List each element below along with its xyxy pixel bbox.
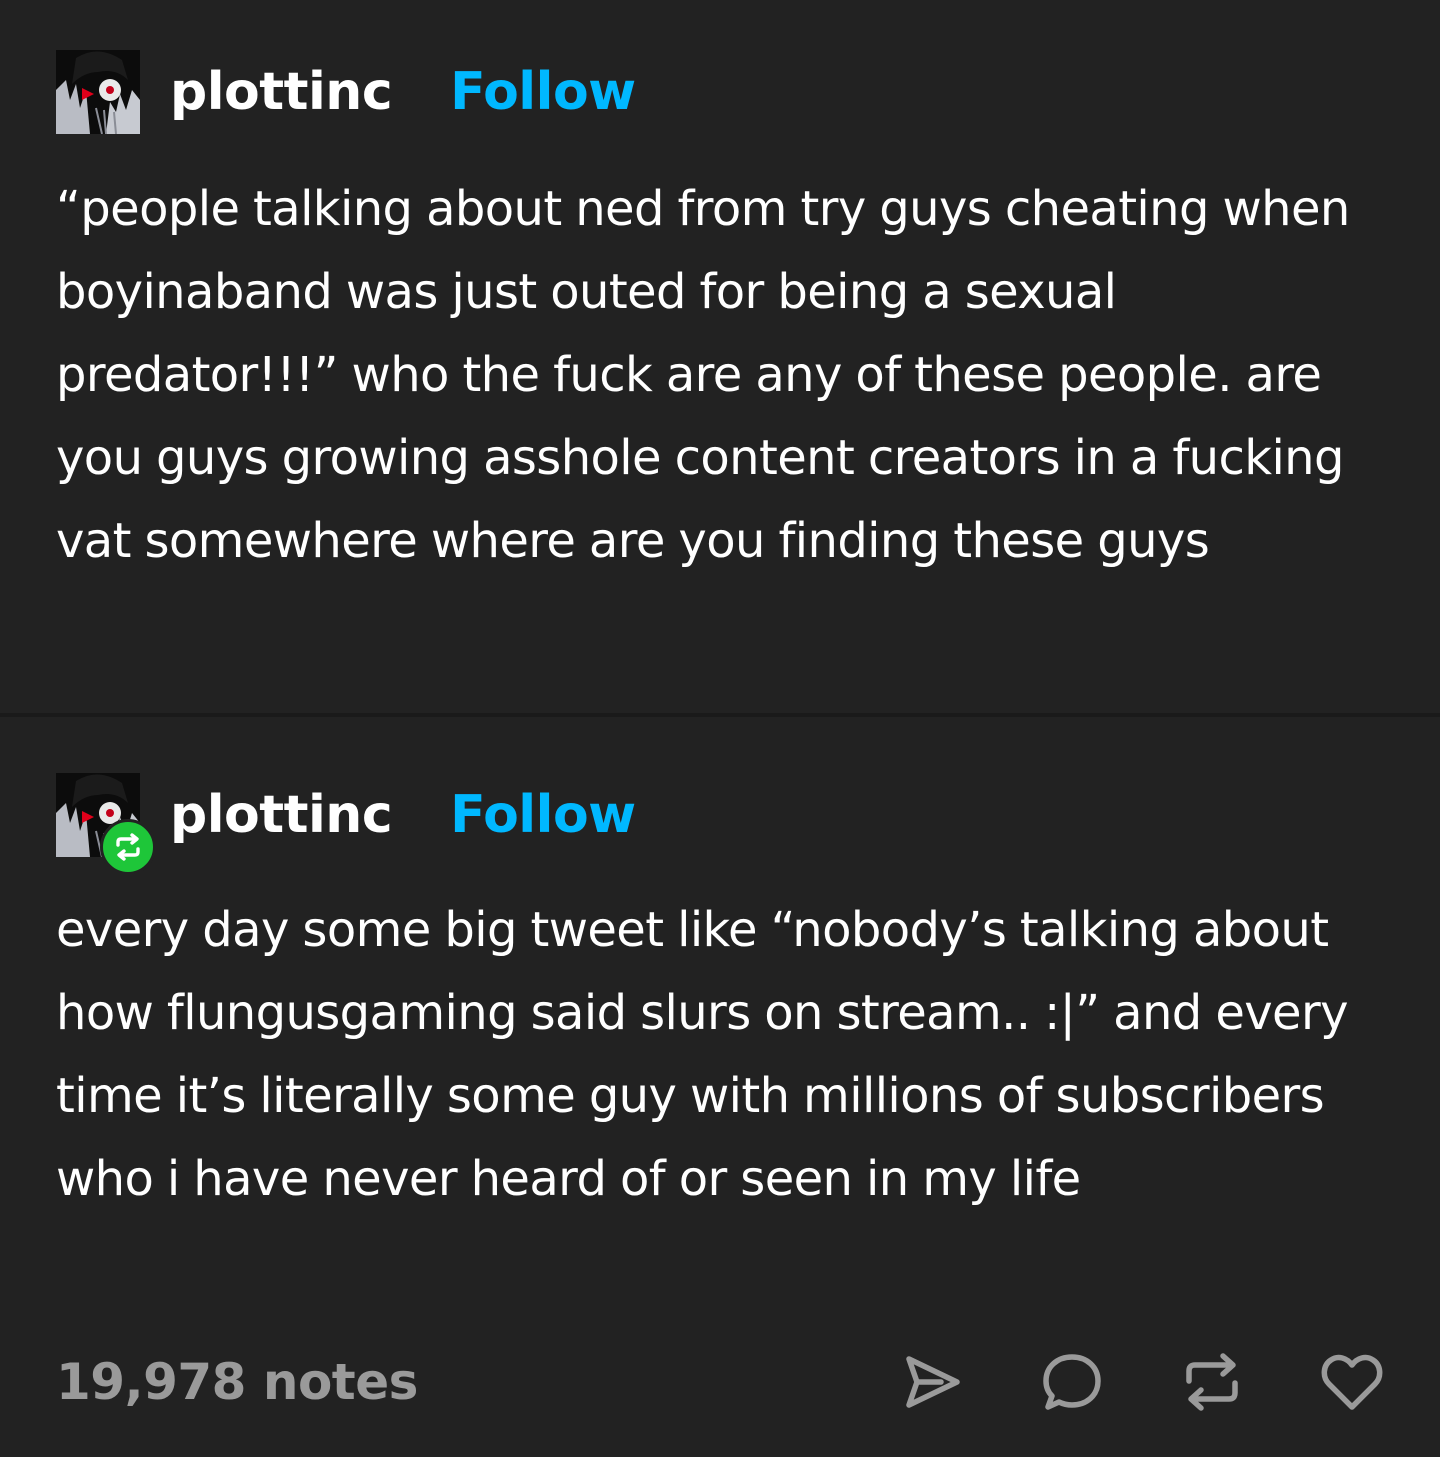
post-actions bbox=[900, 1350, 1384, 1414]
post-reblog: plottinc Follow every day some big tweet… bbox=[0, 717, 1440, 1457]
avatar[interactable] bbox=[56, 773, 156, 875]
reblog-badge-icon bbox=[100, 819, 156, 875]
notes-count[interactable]: 19,978 notes bbox=[56, 1353, 418, 1411]
avatar[interactable] bbox=[56, 50, 140, 134]
username[interactable]: plottinc bbox=[170, 62, 393, 122]
avatar-icon bbox=[56, 50, 140, 134]
follow-button[interactable]: Follow bbox=[450, 785, 636, 845]
share-icon[interactable] bbox=[900, 1350, 964, 1414]
reblog-icon[interactable] bbox=[1180, 1350, 1244, 1414]
post-text: every day some big tweet like “nobody’s … bbox=[56, 902, 1349, 1207]
reply-icon[interactable] bbox=[1040, 1350, 1104, 1414]
post-original: plottinc Follow “people talking about ne… bbox=[0, 0, 1440, 713]
follow-button[interactable]: Follow bbox=[450, 62, 636, 122]
post-text: “people talking about ned from try guys … bbox=[56, 181, 1350, 569]
post-header: plottinc Follow bbox=[56, 49, 636, 135]
like-icon[interactable] bbox=[1320, 1350, 1384, 1414]
post-header: plottinc Follow bbox=[56, 772, 636, 875]
post-footer: 19,978 notes bbox=[56, 1337, 1384, 1427]
username[interactable]: plottinc bbox=[170, 785, 393, 845]
